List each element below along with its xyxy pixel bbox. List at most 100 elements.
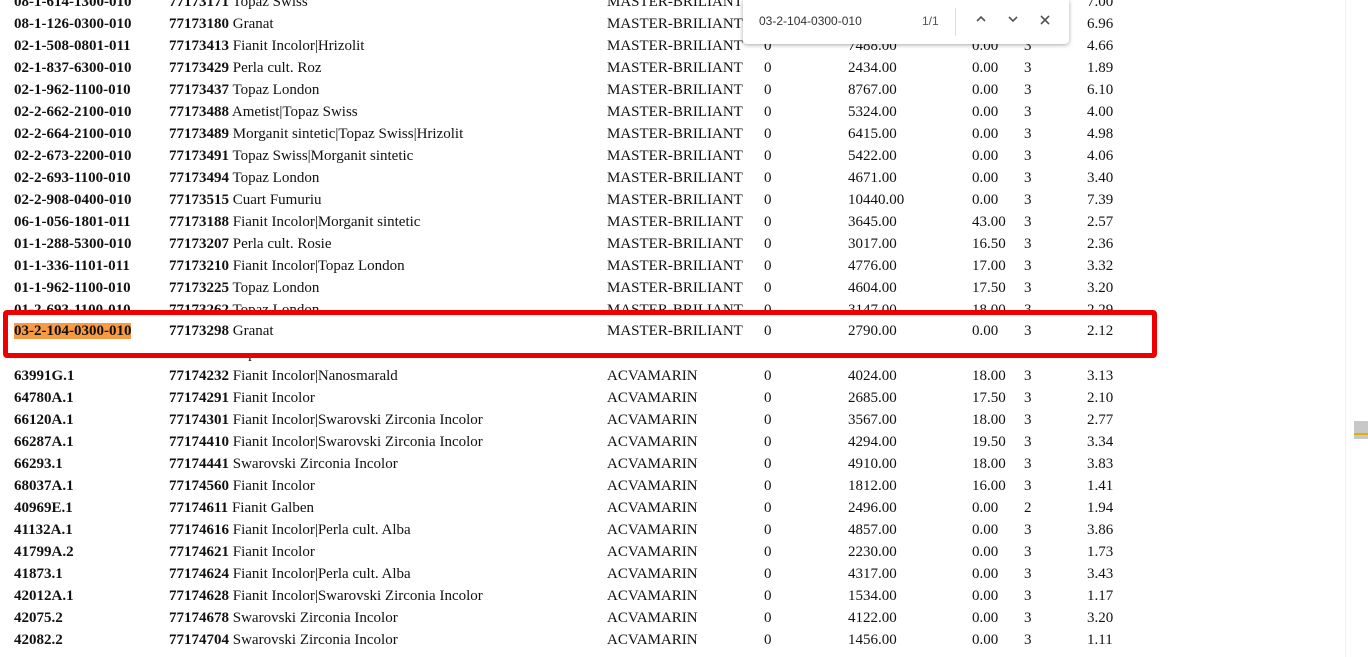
row-weight: 3.20 [1087, 280, 1114, 296]
row-weight: 1.94 [1087, 500, 1114, 516]
row-article: 77174291 Fianit Incolor [169, 390, 315, 406]
row-supplier: ACVAMARIN [607, 522, 698, 538]
table-row: 02-1-962-1100-010 MASTER-BRILIANT 0 8767.00… [0, 79, 1345, 101]
table-row: 02-2-693-1100-010 MASTER-BRILIANT 0 4671.00… [0, 167, 1345, 189]
row-weight: 2.12 [1087, 323, 1114, 339]
row-code: 42012A.1 [14, 588, 74, 604]
row-count: 3 [1024, 280, 1032, 296]
row-price: 4122.00 [848, 610, 897, 626]
row-price: 4294.00 [848, 434, 897, 450]
row-price: 6415.00 [848, 126, 897, 142]
table-row: 02-2-908-0400-010 MASTER-BRILIANT 0 10440.0… [0, 189, 1345, 211]
row-supplier: MASTER-BRILIANT [607, 38, 743, 54]
row-count: 3 [1024, 258, 1032, 274]
row-discount: 0.00 [972, 323, 999, 339]
row-supplier: MASTER-BRILIANT [607, 16, 743, 32]
row-code: 02-2-662-2100-010 [14, 104, 132, 120]
row-price: 10440.00 [848, 192, 905, 208]
row-supplier: MASTER-BRILIANT [607, 258, 743, 274]
row-discount: 0.00 [972, 588, 999, 604]
row-z: 0 [764, 544, 772, 560]
row-price: 2230.00 [848, 544, 897, 560]
row-code: 02-2-673-2200-010 [14, 148, 132, 164]
close-icon[interactable] [1032, 9, 1058, 35]
row-discount: 0.00 [972, 610, 999, 626]
row-z: 0 [764, 258, 772, 274]
chevron-up-icon[interactable] [968, 9, 994, 35]
row-discount: 0.00 [972, 170, 999, 186]
find-input[interactable]: 03-2-104-0300-010 [759, 14, 862, 28]
row-price: 5324.00 [848, 104, 897, 120]
table-row: 42012A.1 ACVAMARIN 0 1534.00 0.00 3 1.17 771746… [0, 585, 1345, 607]
row-discount: 16.50 [972, 236, 1006, 252]
table-row: 02-1-508-0801-011 MASTER-BRILIANT 0 7488.00… [0, 35, 1345, 57]
row-weight: 7.39 [1087, 192, 1114, 208]
row-z: 0 [764, 434, 772, 450]
row-supplier: ACVAMARIN [607, 412, 698, 428]
row-weight: 3.20 [1087, 610, 1114, 626]
row-weight: 4.66 [1087, 38, 1114, 54]
row-supplier: MASTER-BRILIANT [607, 323, 743, 339]
row-article: 77174301 Fianit Incolor|Swarovski Zircon… [169, 412, 483, 428]
row-article: 77174628 Fianit Incolor|Swarovski Zircon… [169, 588, 483, 604]
row-discount: 17.00 [972, 258, 1006, 274]
row-weight: 2.36 [1087, 236, 1114, 252]
row-price: 2434.00 [848, 60, 897, 76]
row-price: 4910.00 [848, 456, 897, 472]
row-article: 77173210 Fianit Incolor|Topaz London [169, 258, 405, 274]
row-article: 77174678 Swarovski Zirconia Incolor [169, 610, 398, 626]
table-row: 01-1-962-1100-010 MASTER-BRILIANT 0 4604.00… [0, 277, 1345, 299]
table-row: 42075.2 ACVAMARIN 0 4122.00 0.00 3 3.20 7717467… [0, 607, 1345, 629]
row-count: 3 [1024, 544, 1032, 560]
row-price: 4604.00 [848, 280, 897, 296]
row-discount: 18.00 [972, 456, 1006, 472]
chevron-down-icon[interactable] [1000, 9, 1026, 35]
row-count: 3 [1024, 412, 1032, 428]
row-weight: 2.77 [1087, 412, 1114, 428]
row-discount: 0.00 [972, 566, 999, 582]
row-count: 3 [1024, 148, 1032, 164]
row-code: 41799A.2 [14, 544, 74, 560]
row-article: 77173180 Granat [169, 16, 274, 32]
row-article: 77173188 Fianit Incolor|Morganit sinteti… [169, 214, 421, 230]
row-discount: 0.00 [972, 104, 999, 120]
row-price: 3017.00 [848, 236, 897, 252]
row-weight: 6.10 [1087, 82, 1114, 98]
row-z: 0 [764, 632, 772, 648]
row-price: 3567.00 [848, 412, 897, 428]
row-code: 63991G.1 [14, 368, 75, 384]
row-price: 4317.00 [848, 566, 897, 582]
row-z: 0 [764, 236, 772, 252]
row-supplier: MASTER-BRILIANT [607, 236, 743, 252]
row-z: 0 [764, 478, 772, 494]
row-price: 8767.00 [848, 82, 897, 98]
row-code: 41132A.1 [14, 522, 73, 538]
row-count: 3 [1024, 104, 1032, 120]
vertical-scrollbar[interactable] [1345, 0, 1368, 657]
table-row: 66120A.1 ACVAMARIN 0 3567.00 18.00 3 2.77 77174… [0, 409, 1345, 431]
table-row: 66293.1 ACVAMARIN 0 4910.00 18.00 3 3.83 771744… [0, 453, 1345, 475]
row-count: 3 [1024, 390, 1032, 406]
row-discount: 0.00 [972, 82, 999, 98]
row-supplier: ACVAMARIN [607, 544, 698, 560]
row-weight: 3.34 [1087, 434, 1114, 450]
scrollbar-thumb[interactable] [1354, 421, 1368, 439]
table-row: 41132A.1 ACVAMARIN 0 4857.00 0.00 3 3.86 771746… [0, 519, 1345, 541]
row-article: 77174441 Swarovski Zirconia Incolor [169, 456, 398, 472]
row-discount: 19.50 [972, 434, 1006, 450]
row-code: 42075.2 [14, 610, 63, 626]
row-code: 08-1-126-0300-010 [14, 16, 132, 32]
row-supplier: MASTER-BRILIANT [607, 0, 743, 10]
row-supplier: ACVAMARIN [607, 588, 698, 604]
find-separator [955, 8, 956, 36]
row-code: 02-1-508-0801-011 [14, 38, 131, 54]
row-code: 40969E.1 [14, 500, 73, 516]
row-article: 77173515 Cuart Fumuriu [169, 192, 322, 208]
row-code: 66287A.1 [14, 434, 74, 450]
table-row: 02-1-837-6300-010 MASTER-BRILIANT 0 2434.00… [0, 57, 1345, 79]
row-code: 02-2-664-2100-010 [14, 126, 132, 142]
row-weight: 3.13 [1087, 368, 1114, 384]
row-article: 77173207 Perla cult. Rosie [169, 236, 332, 252]
table-row: 68037A.1 ACVAMARIN 0 1812.00 16.00 3 1.41 77174… [0, 475, 1345, 497]
row-article: 77174704 Swarovski Zirconia Incolor [169, 632, 398, 648]
